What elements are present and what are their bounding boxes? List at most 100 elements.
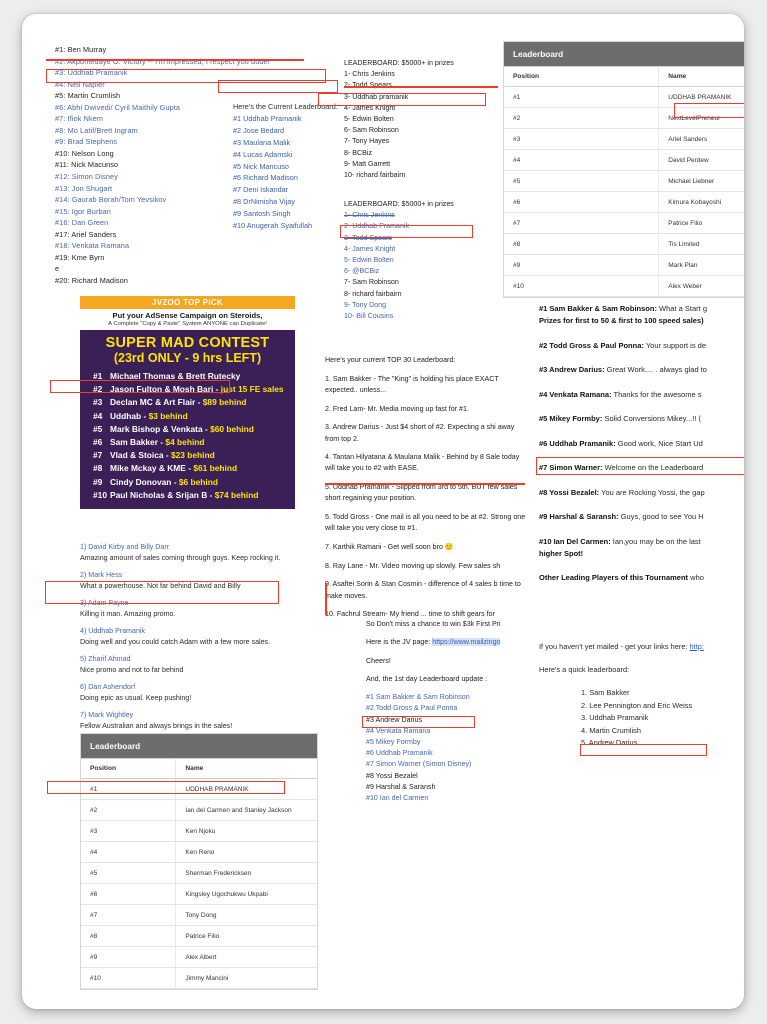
cell-position: #10 — [513, 282, 524, 290]
list-item: 5- Edwin Bolten — [344, 115, 394, 124]
bold-entry: #8 Yossi Bezalel: You are Rocking Yossi,… — [539, 487, 705, 497]
cell-position: #8 — [90, 932, 98, 940]
testimonial-name: 7) Mark Wightley — [80, 711, 134, 720]
promo-rank-row: #4 Uddhab - $3 behind — [80, 410, 295, 423]
table-row: #6 Kingsley Ugochukwu Ukpabi — [81, 884, 317, 905]
bold-entry-label: #2 Todd Gross & Paul Ponna: — [539, 340, 644, 350]
top30-heading: Here's your current TOP 30 Leaderboard: — [325, 356, 456, 364]
list-item: #9 Harshal & Saransh — [366, 782, 436, 791]
rank-amount: $60 behind — [210, 423, 254, 434]
list-item: #10 Ian del Carmen — [366, 794, 429, 803]
testimonial-name: 4) Uddhab Pramanik — [80, 626, 146, 635]
mail-links-label: If you haven't yet mailed - get your lin… — [539, 642, 690, 651]
list-item: 10- Bill Cousins — [344, 312, 394, 321]
cell-position: #7 — [513, 219, 521, 227]
list-item: e — [55, 264, 60, 274]
list-item: 5- Edwin Bolten — [344, 256, 394, 265]
bold-entry: #9 Harshal & Saransh: Guys, good to see … — [539, 512, 704, 521]
top30-leaderboard: Here's your current TOP 30 Leaderboard: … — [325, 355, 530, 628]
list-item: #19: Kme Byrn — [55, 252, 105, 262]
cell-name: NextLevelPreneur — [658, 108, 744, 128]
testimonial-name: 5) Zharif Ahmad — [80, 654, 131, 663]
jv-page-label: Here is the JV page: — [366, 638, 433, 647]
list-item: #7 Simon Warner (Simon Disney) — [366, 760, 472, 769]
cell-name: Patrice Filio — [658, 213, 744, 233]
rank-amount: $3 behind — [148, 410, 188, 421]
list-item: 3. Uddhab Pramanik — [581, 713, 649, 723]
leaderboard-heading: LEADERBOARD: $5000+ in prizes — [344, 200, 454, 208]
right-closing-block: If you haven't yet mailed - get your lin… — [539, 641, 744, 750]
top30-entry: 5. Uddhab Pramanik - Slipped from 3rd to… — [325, 483, 518, 503]
cell-name: Jimmy Mancini — [175, 968, 317, 988]
cell-name: Ken Njoku — [175, 821, 317, 841]
list-item: 4- James Knight — [344, 244, 396, 253]
list-item: #3: Uddhab Pramanik — [55, 68, 128, 78]
column-header-name: Name — [175, 759, 317, 778]
promo-rank-row: #3 Declan MC & Art Flair - $89 behind — [80, 396, 295, 409]
column-header-position: Position — [513, 73, 540, 80]
column-header-name: Name — [658, 67, 744, 86]
jv-page-link[interactable]: https://www.mailzingo — [432, 638, 501, 647]
cell-name: Michael Liebner — [658, 171, 744, 191]
bold-entry-label: Other Leading Players of this Tournament — [539, 573, 689, 582]
testimonial-name: 1) David Kirby and Billy Darr — [80, 542, 170, 551]
rank-amount: $6 behind — [178, 476, 218, 487]
cell-position: #9 — [90, 953, 98, 961]
list-item: #6 Richard Madison — [233, 173, 298, 183]
bold-entry: #4 Venkata Ramana: Thanks for the awesom… — [539, 389, 702, 399]
promo-rank-row: #2 Jason Fulton & Mosh Bari - just 15 FE … — [80, 383, 295, 396]
cell-name: Patrice Filio — [175, 926, 317, 946]
list-item: #1 Uddhab Pramanik — [233, 113, 302, 123]
cell-position: #2 — [90, 806, 98, 814]
bold-entry: #2 Todd Gross & Paul Ponna: Your support… — [539, 340, 707, 350]
rank-amount: $61 behind — [193, 463, 238, 474]
bold-entry-label: #1 Sam Bakker & Sam Robinson: — [539, 304, 657, 313]
testimonial-text: Fellow Australian and always brings in t… — [80, 722, 233, 731]
bold-entry-label: #6 Uddhab Pramanik: — [539, 438, 616, 448]
cell-name: UDDHAB PRAMANIK — [658, 87, 744, 107]
cell-name: UDDHAB PRAMANIK — [175, 779, 317, 799]
document-page: #1: Ben Murray #2: Akpomedaye O. Victory … — [22, 14, 744, 1009]
list-item: #5 Nick Mancuso — [233, 161, 289, 171]
bold-entry-label: #10 Ian Del Carmen: — [539, 536, 611, 546]
leaderboard-table-right: Leaderboard Position Name #1 UDDHAB PRAMA… — [503, 41, 744, 298]
table-row: #8 Tis Limited — [504, 234, 744, 255]
bold-entry-label: #4 Venkata Ramana: — [539, 389, 612, 399]
links-hyperlink[interactable]: http: — [690, 642, 704, 651]
bold-entry-label: #5 Mikey Formby: — [539, 414, 603, 423]
promo-banner: JVZOO TOP PICK — [80, 296, 295, 309]
column-header-position: Position — [90, 765, 117, 772]
promo-rank-row: #8 Mike Mckay & KME - $61 behind — [80, 462, 295, 475]
current-leaderboard-heading: Here's the Current Leaderboard: — [233, 102, 338, 111]
rank-number: #9 — [93, 476, 103, 487]
top30-entry: 7. Karthik Ramani - Get well soon bro 🙂 — [325, 542, 454, 551]
list-item: 1. Sam Bakker — [581, 688, 630, 697]
list-item: 6- @BCBiz — [344, 267, 380, 276]
list-item: #3 Maulana Malik — [233, 137, 291, 147]
cell-position: #8 — [513, 240, 521, 248]
cell-name: David Perdew — [658, 150, 744, 170]
top30-entry: 8. Ray Lane - Mr. Video moving up slowly… — [325, 561, 501, 570]
bold-entry-line2: Prizes for first to 50 & first to 100 sp… — [539, 316, 704, 325]
current-leaderboard-block: Here's the Current Leaderboard: #1 Uddha… — [233, 101, 353, 232]
table-title: Leaderboard — [81, 734, 317, 758]
table-header-row: Position Name — [81, 758, 317, 779]
testimonial-name: 3) Adam Payne — [80, 598, 129, 607]
top30-entry: 1. Sam Bakker - The "King" is holding hi… — [325, 374, 499, 394]
list-item: 5. Andrew Darius — [581, 738, 638, 748]
promo-box: JVZOO TOP PICK Put your AdSense Campaign… — [80, 296, 295, 510]
cell-position: #3 — [513, 135, 521, 143]
rank-name: Uddhab - — [110, 410, 147, 421]
highlight-bracket-top30 — [325, 583, 327, 615]
list-item: 4. Martin Crumlish — [581, 725, 641, 735]
cell-position: #5 — [90, 869, 98, 877]
cell-position: #6 — [90, 890, 98, 898]
cell-position: #2 — [513, 114, 521, 122]
rank-name: Mark Bishop & Venkata - — [110, 423, 208, 434]
promo-body: SUPER MAD CONTEST (23rd ONLY - 9 hrs LEF… — [80, 330, 295, 510]
list-item: 9- Matt Garrett — [344, 159, 391, 168]
list-item: 10- richard fairbairn — [344, 171, 406, 180]
list-item: #1: Ben Murray — [55, 45, 107, 54]
rank-amount: $89 behind — [202, 397, 247, 408]
leaderboard-items: 1- Chris Jenkins 2- Uddhab Pramanik 3- Tod… — [344, 210, 504, 322]
